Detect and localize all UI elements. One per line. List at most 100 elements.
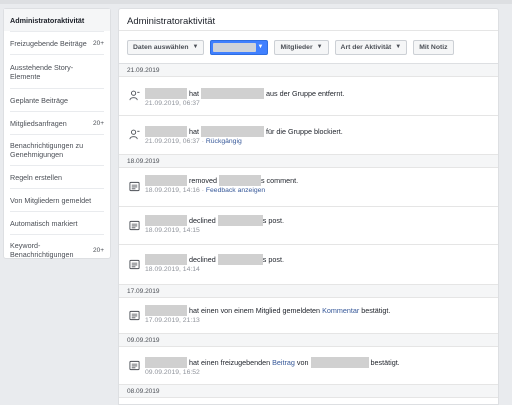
separator: · (201, 187, 204, 194)
redacted-name (145, 305, 187, 316)
entry-content: hat einen freizugebenden Beitrag von bes… (145, 357, 400, 378)
sidebar-item-label: Administratoraktivität (10, 15, 85, 25)
admin-sidebar: Administratoraktivität Freizugebende Bei… (3, 8, 111, 259)
entry-text: declined s post. (145, 254, 284, 265)
sidebar-item-approval-notifications[interactable]: Benachrichtigungen zu Genehmigungen (4, 135, 110, 165)
redacted-name (145, 88, 187, 99)
caret-down-icon: ▼ (192, 44, 199, 50)
entry-text: hat einen von einem Mitglied gemeldeten … (145, 305, 390, 316)
with-note-button[interactable]: Mit Notiz (413, 39, 454, 55)
date-header: 17.09.2019 (119, 285, 498, 298)
redacted-name (218, 175, 261, 186)
separator: · (201, 138, 204, 145)
activity-log-icon (129, 220, 140, 230)
entry-rest: aus der Gruppe entfernt. (266, 89, 345, 98)
entry-timestamp: 21.09.2019, 06:37 (145, 138, 200, 145)
members-filter-dropdown[interactable]: Mitglieder ▼ (274, 39, 329, 55)
entry-content: hat aus der Gruppe entfernt. 21.09.2019,… (145, 88, 344, 109)
entry-timestamp: 09.09.2019, 16:52 (145, 369, 200, 376)
entry-content: hat einen von einem Mitglied gemeldeten … (145, 305, 390, 326)
sidebar-item-pending-posts[interactable]: Freizugebende Beiträge 20+ (4, 32, 110, 54)
entry-timestamp: 21.09.2019, 06:37 (145, 100, 200, 107)
redacted-name (145, 357, 187, 368)
entry-text-part: bestätigt. (370, 358, 400, 367)
entry-meta: 21.09.2019, 06:37 · Rückgängig (145, 137, 343, 147)
entry-verb: hat (189, 89, 199, 98)
sidebar-item-create-rules[interactable]: Regeln erstellen (4, 166, 110, 188)
page-title: Administratoraktivität (119, 9, 498, 31)
count-badge: 20+ (92, 246, 104, 254)
entry-text-part: bestätigt. (361, 306, 391, 315)
activity-log-icon (129, 310, 140, 320)
activity-entry: removed s comment. 18.09.2019, 14:16 · F… (119, 168, 498, 207)
entry-timestamp: 17.09.2019, 21:13 (145, 317, 200, 324)
person-remove-icon (129, 129, 140, 140)
caret-down-icon: ▼ (395, 44, 402, 50)
activity-entry: declined s post. 18.09.2019, 14:15 (119, 207, 498, 245)
post-link[interactable]: Beitrag (272, 358, 295, 367)
entry-verb: declined (189, 216, 216, 225)
activity-entry: hat für die Gruppe blockiert. 21.09.2019… (119, 116, 498, 155)
date-header: 21.09.2019 (119, 64, 498, 77)
date-header: 18.09.2019 (119, 155, 498, 168)
sidebar-item-member-requests[interactable]: Mitgliedsanfragen 20+ (4, 112, 110, 134)
caret-down-icon: ▼ (316, 44, 323, 50)
date-filter-dropdown[interactable]: Daten auswählen ▼ (127, 39, 205, 55)
activity-entry: hat einen von einem Mitglied gemeldeten … (119, 298, 498, 334)
redacted-name (310, 357, 369, 368)
redacted-name (201, 126, 264, 137)
entry-content: hat für die Gruppe blockiert. 21.09.2019… (145, 126, 343, 147)
sidebar-item-label: Benachrichtigungen zu Genehmigungen (10, 141, 84, 159)
sidebar-item-label: Freizugebende Beiträge (10, 38, 87, 48)
activity-log-icon (129, 259, 140, 269)
redacted-name (201, 88, 264, 99)
members-filter-label: Mitglieder (280, 43, 313, 51)
entry-content: declined s post. 18.09.2019, 14:15 (145, 215, 284, 236)
sidebar-item-keyword-alerts[interactable]: Keyword-Benachrichtigungen 20+ (4, 235, 110, 265)
sidebar-item-admin-activity[interactable]: Administratoraktivität (4, 9, 110, 31)
entry-text: hat aus der Gruppe entfernt. (145, 88, 344, 99)
redacted-name (145, 254, 187, 265)
entry-text: hat für die Gruppe blockiert. (145, 126, 343, 137)
entry-text-part: hat einen von einem Mitglied gemeldeten (189, 306, 321, 315)
entry-rest: für die Gruppe blockiert. (266, 127, 343, 136)
redacted-name (217, 215, 263, 226)
sidebar-item-pending-stories[interactable]: Ausstehende Story-Elemente (4, 55, 110, 88)
entry-rest: s post. (262, 255, 284, 264)
filter-bar: Daten auswählen ▼ ▼ Mitglieder ▼ Art der… (119, 31, 498, 64)
entry-verb: hat (189, 127, 199, 136)
activity-type-dropdown[interactable]: Art der Aktivität ▼ (334, 39, 408, 55)
redacted-name (217, 254, 263, 265)
entry-text: hat einen freizugebenden Beitrag von bes… (145, 357, 400, 368)
entry-rest: s comment. (260, 176, 299, 185)
comment-link[interactable]: Kommentar (322, 306, 359, 315)
admin-filter-dropdown[interactable]: ▼ (210, 39, 269, 55)
count-badge: 20+ (92, 39, 104, 47)
activity-type-label: Art der Aktivität (340, 43, 392, 51)
entry-text: declined s post. (145, 215, 284, 226)
sidebar-item-scheduled-posts[interactable]: Geplante Beiträge (4, 89, 110, 111)
sidebar-item-label: Keyword-Benachrichtigungen (10, 241, 74, 259)
entry-rest: s post. (262, 216, 284, 225)
sidebar-item-label: Geplante Beiträge (10, 95, 68, 105)
admin-activity-panel: Administratoraktivität Daten auswählen ▼… (118, 8, 499, 405)
activity-entry: hat einen freizugebenden Beitrag von bes… (119, 347, 498, 385)
entry-verb: declined (189, 255, 216, 264)
entry-content: removed s comment. 18.09.2019, 14:16 · F… (145, 175, 298, 196)
view-feedback-link[interactable]: Feedback anzeigen (206, 187, 265, 194)
sidebar-item-auto-flagged[interactable]: Automatisch markiert (4, 212, 110, 234)
entry-verb: removed (189, 176, 217, 185)
with-note-label: Mit Notiz (419, 43, 448, 51)
entry-timestamp: 18.09.2019, 14:15 (145, 227, 200, 234)
sidebar-item-label: Mitgliedsanfragen (10, 118, 67, 128)
date-filter-label: Daten auswählen (133, 43, 189, 51)
activity-entry: hat aus der Gruppe entfernt. 21.09.2019,… (119, 77, 498, 116)
caret-down-icon: ▼ (257, 44, 264, 50)
undo-link[interactable]: Rückgängig (206, 138, 242, 145)
redacted-name (145, 215, 187, 226)
sidebar-item-member-reported[interactable]: Von Mitgliedern gemeldet (4, 189, 110, 211)
entry-text-part: von (296, 358, 309, 367)
redacted-name (145, 126, 187, 137)
count-badge: 20+ (92, 119, 104, 127)
redacted-name (145, 175, 187, 186)
